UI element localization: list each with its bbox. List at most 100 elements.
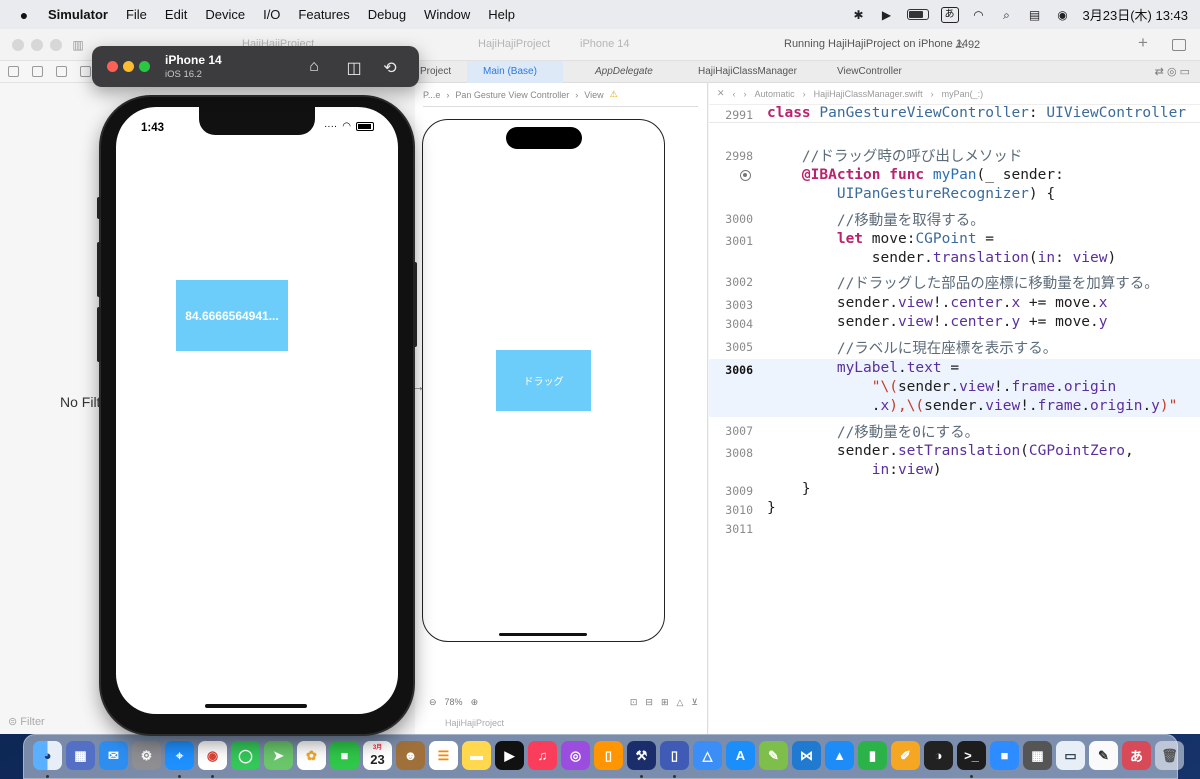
zoom-window-button[interactable] [50, 39, 62, 51]
xcode-icon[interactable]: ⚒ [627, 741, 656, 770]
ib-crumb-file[interactable]: P...e [423, 90, 440, 100]
menu-bar-clock[interactable]: 3月23日(木) 13:43 [1083, 5, 1189, 24]
music-icon[interactable]: ♫ [528, 741, 557, 770]
preview-icon[interactable]: ▭ [1056, 741, 1085, 770]
trash-icon[interactable]: 🗑 [1155, 741, 1184, 770]
menu-debug[interactable]: Debug [359, 7, 415, 22]
find-icon[interactable] [80, 66, 91, 77]
battery-icon[interactable] [906, 9, 929, 20]
books-icon[interactable]: ▯ [594, 741, 623, 770]
update-frames-icon[interactable]: ⊡ [630, 697, 638, 708]
menu-window[interactable]: Window [415, 7, 479, 22]
mail-icon[interactable]: ✉ [99, 741, 128, 770]
notes-icon[interactable]: ▬ [462, 741, 491, 770]
draggable-coordinate-label[interactable]: 84.6666564941... [176, 280, 288, 351]
pages-icon[interactable]: ✐ [891, 741, 920, 770]
contacts-icon[interactable]: ☻ [396, 741, 425, 770]
outlet-connection-icon[interactable] [740, 170, 751, 181]
tab-project[interactable]: Project [420, 66, 451, 77]
minimize-window-button[interactable] [31, 39, 43, 51]
tv-icon[interactable]: ▶ [495, 741, 524, 770]
vscode-icon[interactable]: ⋈ [792, 741, 821, 770]
control-center-icon[interactable]: ▤ [1027, 7, 1043, 23]
input-method-icon[interactable]: あ [940, 6, 959, 23]
ib-crumb-view[interactable]: View [584, 90, 603, 100]
source-control-icon[interactable] [32, 66, 43, 77]
volume-down-button[interactable] [97, 307, 101, 362]
close-simulator-button[interactable] [107, 61, 118, 72]
calendar-icon[interactable]: 3月 23 [363, 741, 392, 770]
bluetooth-icon[interactable]: ✱ [851, 7, 867, 23]
wifi-icon[interactable]: ◠ [971, 7, 987, 23]
tab-viewcontroller[interactable]: ViewController [837, 66, 902, 77]
messages-icon[interactable]: ◯ [231, 741, 260, 770]
menu-file[interactable]: File [117, 7, 156, 22]
terminal-icon[interactable]: >_ [957, 741, 986, 770]
resolve-issues-icon[interactable]: △ [676, 697, 683, 708]
apple-menu-icon[interactable]: ● [16, 7, 32, 23]
textedit-icon[interactable]: ✎ [1089, 741, 1118, 770]
destination-selector[interactable]: iPhone 14 [580, 38, 630, 50]
github-desktop-icon[interactable]: ◑ [924, 741, 953, 770]
volume-up-button[interactable] [97, 242, 101, 297]
symbol-icon[interactable] [56, 66, 67, 77]
minimize-simulator-button[interactable] [123, 61, 134, 72]
folder-icon[interactable] [8, 66, 19, 77]
menu-edit[interactable]: Edit [156, 7, 196, 22]
code-editor[interactable]: ✕ ‹ › Automatic › HajiHajiClassManager.s… [709, 83, 1200, 734]
simulator-title-bar[interactable]: iPhone 14 iOS 16.2 ⌂ ◫ ⟲ [92, 46, 419, 87]
tab-appdelegate[interactable]: AppDelegate [595, 66, 653, 77]
zoom-simulator-button[interactable] [139, 61, 150, 72]
rotate-icon[interactable]: ⟲ [381, 58, 399, 78]
home-icon[interactable]: ⌂ [305, 58, 323, 76]
menu-simulator[interactable]: Simulator [42, 7, 117, 22]
align-icon[interactable]: ⊟ [645, 697, 653, 708]
tab-class-manager[interactable]: HajiHajiClassManager [698, 66, 797, 77]
warning-count[interactable]: ⚠ 92 [955, 38, 980, 51]
zoom-in-icon[interactable]: ⊕ [471, 697, 479, 708]
ib-drag-label[interactable]: ドラッグ [496, 350, 591, 411]
reminders-icon[interactable]: ☰ [429, 741, 458, 770]
zoom-app-icon[interactable]: ■ [990, 741, 1019, 770]
warning-icon[interactable]: ⚠ [610, 89, 618, 100]
navigator-filter-field[interactable]: ⊜ Filter [8, 715, 45, 728]
play-icon[interactable]: ▶ [879, 7, 895, 23]
system-settings-icon[interactable]: ⚙ [132, 741, 161, 770]
menu-device[interactable]: Device [196, 7, 254, 22]
launchpad-icon[interactable]: ▦ [66, 741, 95, 770]
ib-crumb-controller[interactable]: Pan Gesture View Controller [455, 90, 569, 100]
add-constraints-icon[interactable]: ⊞ [661, 697, 669, 708]
add-tab-button[interactable]: + [1138, 33, 1148, 53]
finder-icon[interactable]: ◕ [33, 741, 62, 770]
entry-point-arrow-icon[interactable]: → [411, 378, 425, 394]
simulator-icon[interactable]: ▯ [660, 741, 689, 770]
podcasts-icon[interactable]: ◎ [561, 741, 590, 770]
menu-features[interactable]: Features [289, 7, 358, 22]
screenshot-icon[interactable]: ◫ [345, 58, 363, 78]
facetime-icon[interactable]: ■ [330, 741, 359, 770]
sidebar-toggle-icon[interactable]: ▥ [70, 37, 86, 53]
side-button[interactable] [413, 262, 417, 347]
chrome-icon[interactable]: ◉ [198, 741, 227, 770]
silent-switch[interactable] [97, 197, 101, 219]
tab-options-icon[interactable]: ⇄ ◎ ▭ [1155, 65, 1190, 78]
code-area[interactable]: 2991 class PanGestureViewController: UIV… [709, 83, 1200, 734]
app-store-icon[interactable]: A [726, 741, 755, 770]
siri-icon[interactable]: ◉ [1055, 7, 1071, 23]
numbers-icon[interactable]: ▮ [858, 741, 887, 770]
simulator-screen[interactable]: 1:43 ···· ◠ 84.6666564941... [116, 107, 398, 714]
scheme-selector[interactable]: HajiHajiProject [478, 38, 550, 50]
menu-help[interactable]: Help [479, 7, 524, 22]
calculator-icon[interactable]: ▦ [1023, 741, 1052, 770]
coteditor-icon[interactable]: ✎ [759, 741, 788, 770]
debug-bar-project[interactable]: HajiHajiProject [445, 718, 504, 728]
photos-icon[interactable]: ✿ [297, 741, 326, 770]
ib-device-frame[interactable]: → ドラッグ [411, 119, 665, 642]
spotlight-search-icon[interactable]: ⌕ [999, 7, 1015, 23]
home-indicator[interactable] [205, 704, 307, 708]
interface-builder-canvas[interactable]: P...e › Pan Gesture View Controller › Vi… [411, 83, 708, 734]
embed-in-icon[interactable]: ⊻ [691, 697, 698, 708]
inspector-toggle-icon[interactable] [1172, 39, 1186, 51]
input-method-app-icon[interactable]: あ [1122, 741, 1151, 770]
menu-io[interactable]: I/O [254, 7, 289, 22]
